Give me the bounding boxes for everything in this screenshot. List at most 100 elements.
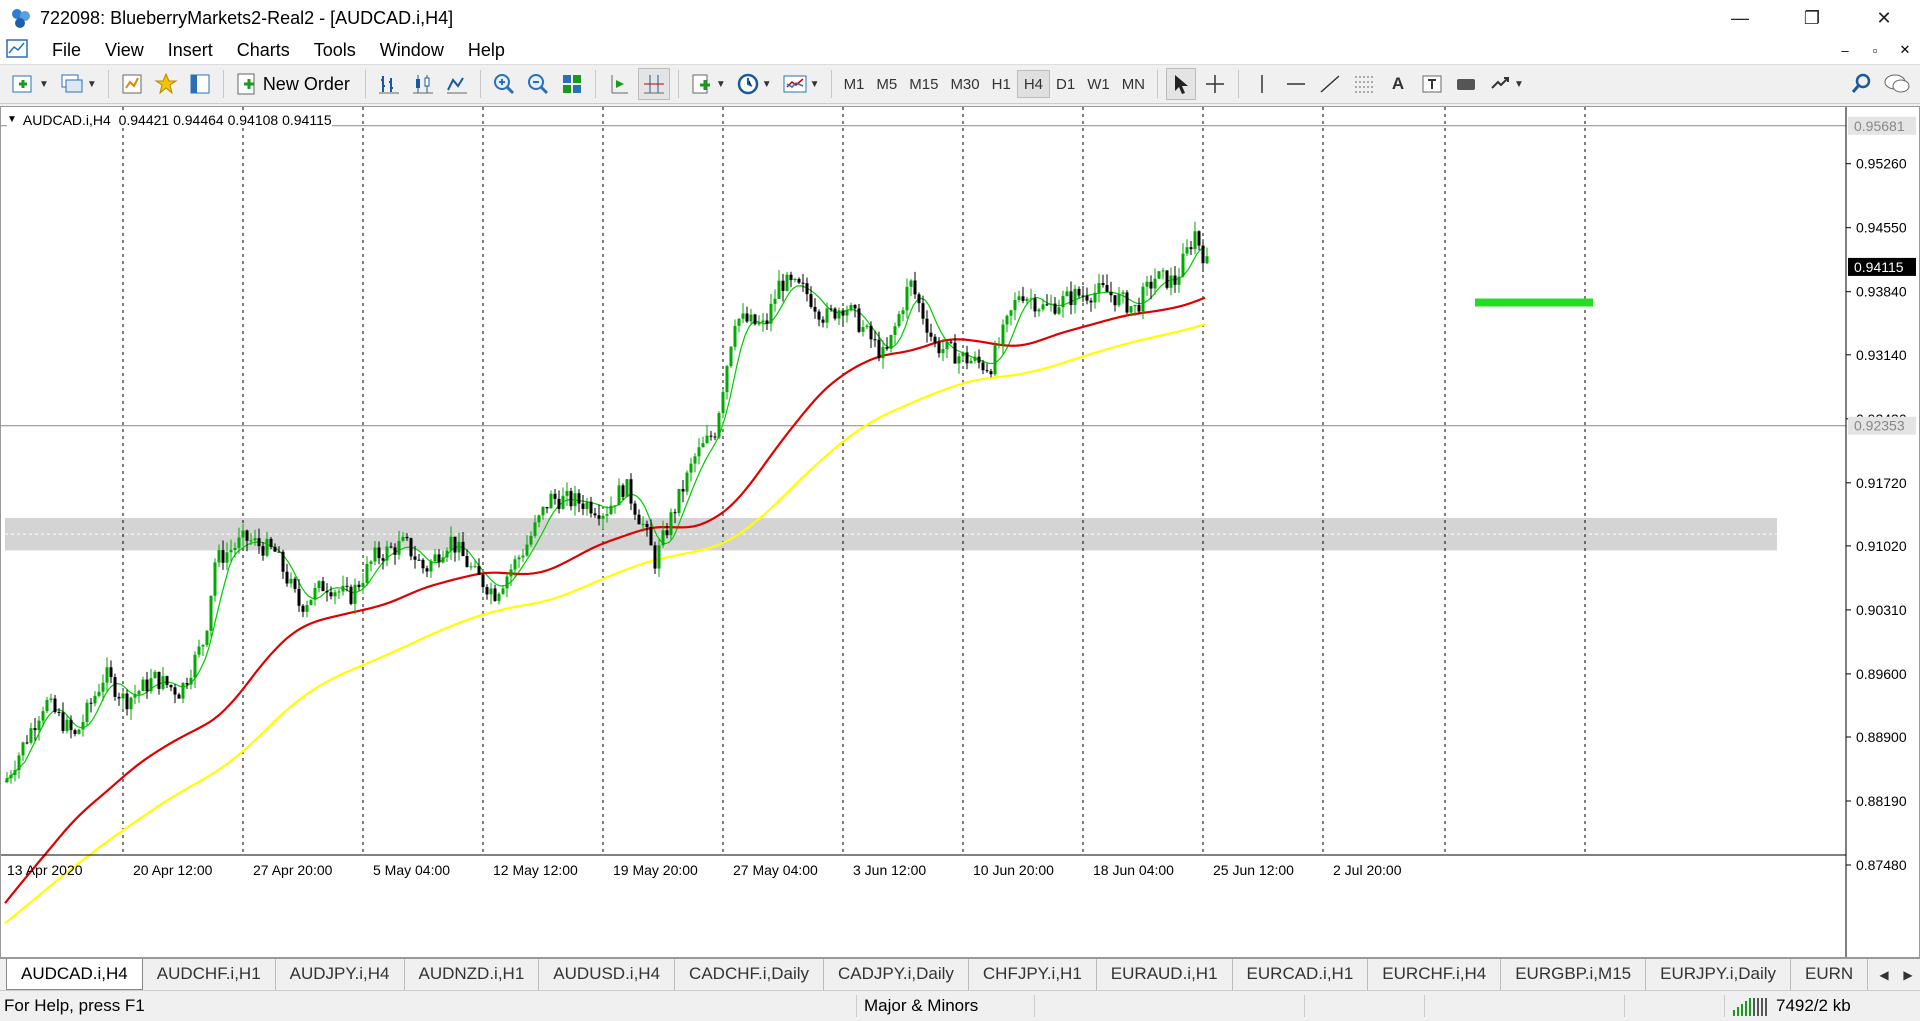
candle-body	[221, 550, 225, 563]
menu-view[interactable]: View	[93, 36, 156, 64]
terminal-icon[interactable]	[185, 68, 215, 100]
candle-body	[553, 493, 557, 499]
mdi-restore-button[interactable]: ▫	[1860, 43, 1890, 58]
indicators-icon[interactable]: ▼	[687, 68, 729, 100]
mdi-close-button[interactable]: ✕	[1890, 42, 1920, 58]
chart-tab-chfjpy[interactable]: CHFJPY.i,H1	[969, 959, 1097, 990]
cursor-icon[interactable]	[1166, 68, 1197, 100]
chart-tab-audnzd[interactable]: AUDNZD.i,H1	[405, 959, 540, 990]
restore-button[interactable]: ❐	[1776, 0, 1848, 36]
chart-tab-audjpy[interactable]: AUDJPY.i,H4	[276, 959, 405, 990]
crosshair-icon[interactable]	[1200, 68, 1230, 100]
zoom-out-icon[interactable]	[523, 68, 553, 100]
chart-tab-audcad[interactable]: AUDCAD.i,H4	[6, 959, 143, 990]
chart-doc-icon[interactable]	[6, 38, 32, 62]
candle-body	[1169, 275, 1173, 288]
text-tool-icon[interactable]: A	[1383, 68, 1413, 100]
minimize-button[interactable]: —	[1704, 0, 1776, 36]
candle-body	[237, 537, 241, 548]
vertical-line-icon[interactable]	[1247, 68, 1277, 100]
candle-body	[497, 593, 501, 601]
candle-body	[765, 320, 769, 324]
horizontal-line-icon[interactable]	[1281, 68, 1311, 100]
menu-help[interactable]: Help	[456, 36, 517, 64]
navigator-icon[interactable]	[151, 68, 181, 100]
arrows-icon[interactable]: ▼	[1485, 68, 1527, 100]
toolbar-separator	[222, 70, 224, 98]
chart-tabs-bar: AUDCAD.i,H4 AUDCHF.i,H1 AUDJPY.i,H4 AUDN…	[0, 958, 1920, 990]
candle-body	[793, 278, 797, 281]
chart-tab-audchf[interactable]: AUDCHF.i,H1	[143, 959, 276, 990]
timeframe-mn[interactable]: MN	[1116, 70, 1151, 98]
price-chart[interactable]: 0.959600.952600.945500.938400.931400.924…	[1, 107, 1919, 957]
auto-scroll-icon[interactable]	[604, 68, 634, 100]
collapse-arrow-icon[interactable]: ▼	[7, 112, 17, 128]
new-order-button[interactable]: New Order	[232, 68, 357, 100]
timeframe-h1[interactable]: H1	[986, 70, 1017, 98]
candle-body	[457, 541, 461, 553]
candle-body	[573, 493, 577, 507]
rectangle-icon[interactable]	[1451, 68, 1481, 100]
line-chart-icon[interactable]	[442, 68, 472, 100]
candle-body	[853, 305, 857, 309]
mdi-minimize-button[interactable]: –	[1830, 43, 1860, 58]
timeframe-d1[interactable]: D1	[1050, 70, 1081, 98]
chat-icon[interactable]	[1880, 68, 1914, 100]
menu-file[interactable]: File	[40, 36, 93, 64]
candle-body	[649, 527, 653, 546]
chart-window[interactable]: 0.959600.952600.945500.938400.931400.924…	[0, 106, 1920, 958]
close-button[interactable]: ✕	[1848, 0, 1920, 36]
tile-windows-icon[interactable]	[557, 68, 587, 100]
toolbar-separator	[830, 70, 832, 98]
chart-tab-cadchf[interactable]: CADCHF.i,Daily	[675, 959, 825, 990]
status-divider	[1034, 995, 1035, 1017]
scroll-left-icon[interactable]: ◀	[1872, 968, 1896, 982]
chart-tab-eurcad[interactable]: EURCAD.i,H1	[1233, 959, 1369, 990]
scroll-right-icon[interactable]: ▶	[1896, 968, 1920, 982]
timeframe-m30[interactable]: M30	[944, 70, 985, 98]
candle-body	[13, 770, 17, 775]
candle-body	[365, 563, 369, 583]
search-icon[interactable]	[1846, 68, 1876, 100]
profiles-button[interactable]: ▼	[56, 68, 100, 100]
candle-body	[1109, 291, 1113, 296]
timeframe-m5[interactable]: M5	[870, 70, 903, 98]
chart-tab-eurchf[interactable]: EURCHF.i,H4	[1368, 959, 1502, 990]
candle-body	[53, 698, 57, 713]
candle-body	[293, 578, 297, 589]
candle-body	[641, 523, 645, 525]
candle-body	[881, 347, 885, 359]
timeframe-m15[interactable]: M15	[903, 70, 944, 98]
candle-body	[209, 595, 213, 631]
menu-insert[interactable]: Insert	[156, 36, 225, 64]
trendline-icon[interactable]	[1315, 68, 1345, 100]
fibonacci-icon[interactable]	[1349, 68, 1379, 100]
timeframe-w1[interactable]: W1	[1081, 70, 1116, 98]
timeframe-m1[interactable]: M1	[838, 70, 871, 98]
status-profile[interactable]: Major & Minors	[864, 991, 978, 1021]
market-watch-icon[interactable]	[117, 68, 147, 100]
text-label-icon[interactable]	[1417, 68, 1447, 100]
candlestick-icon[interactable]	[408, 68, 438, 100]
candle-body	[781, 280, 785, 291]
periods-clock-icon[interactable]: ▼	[733, 68, 775, 100]
menu-window[interactable]: Window	[368, 36, 456, 64]
chart-tab-eurgbp[interactable]: EURGBP.i,M15	[1501, 959, 1647, 990]
chart-tab-cadjpy[interactable]: CADJPY.i,Daily	[824, 959, 969, 990]
chart-tab-eurn[interactable]: EURN	[1791, 959, 1869, 990]
chart-tab-audusd[interactable]: AUDUSD.i,H4	[539, 959, 676, 990]
bar-chart-icon[interactable]	[374, 68, 404, 100]
menu-tools[interactable]: Tools	[302, 36, 368, 64]
zoom-in-icon[interactable]	[489, 68, 519, 100]
candle-body	[85, 702, 89, 722]
toolbar-separator	[479, 70, 481, 98]
chart-tab-eurjpy[interactable]: EURJPY.i,Daily	[1646, 959, 1791, 990]
candle-body	[729, 346, 733, 367]
chart-tab-euraud[interactable]: EURAUD.i,H1	[1097, 959, 1233, 990]
chart-shift-icon[interactable]	[637, 68, 670, 100]
menu-charts[interactable]: Charts	[225, 36, 302, 64]
templates-icon[interactable]: ▼	[779, 68, 823, 100]
dropdown-arrow-icon: ▼	[715, 78, 726, 90]
timeframe-h4[interactable]: H4	[1016, 70, 1050, 98]
new-chart-button[interactable]: ▼	[8, 68, 52, 100]
